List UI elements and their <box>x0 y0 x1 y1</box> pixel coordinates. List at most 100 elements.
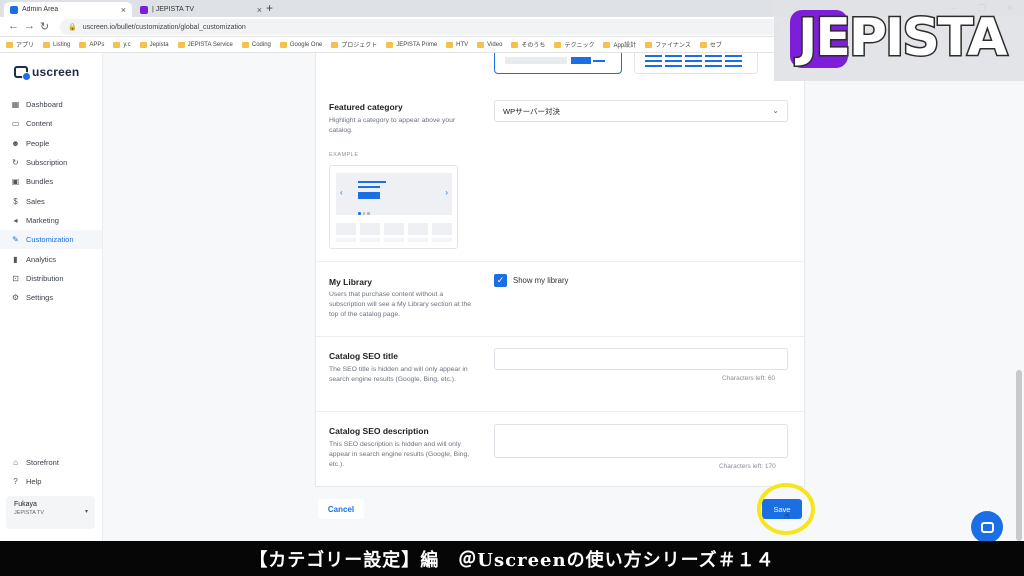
sidebar-item-help[interactable]: ? Help <box>0 472 102 491</box>
uscreen-favicon-icon <box>10 5 18 14</box>
jepista-favicon-icon <box>140 5 148 14</box>
sidebar-item-bundles[interactable]: ▣ Bundles <box>0 172 102 191</box>
preview-button <box>571 57 591 64</box>
people-icon: ☻ <box>11 138 20 148</box>
sidebar-item-distribution[interactable]: ⊡ Distribution <box>0 269 102 288</box>
forward-icon[interactable]: → <box>24 20 35 32</box>
folder-icon <box>139 41 147 48</box>
preview-line <box>358 181 386 183</box>
section-divider <box>316 336 805 337</box>
sidebar-item-label: Content <box>26 119 53 129</box>
seo-description-textarea[interactable] <box>494 424 788 458</box>
sidebar-item-analytics[interactable]: ▮ Analytics <box>0 249 102 268</box>
customization-icon: ✎ <box>12 235 19 245</box>
scrollbar[interactable] <box>1016 370 1022 541</box>
bookmark-label: Listing <box>53 41 71 48</box>
close-tab-icon[interactable]: × <box>257 5 262 15</box>
bookmark-item[interactable]: アプリ <box>6 40 34 49</box>
uscreen-logo[interactable]: uscreen <box>14 65 79 81</box>
bookmark-item[interactable]: APPs <box>79 41 105 48</box>
bookmark-item[interactable]: ファイナンス <box>645 40 691 49</box>
seo-description-heading: Catalog SEO description <box>329 426 429 436</box>
reload-icon[interactable]: ↻ <box>40 20 49 33</box>
featured-category-select[interactable]: WPサーバー対決 ⌄ <box>494 100 788 122</box>
folder-icon <box>603 41 611 48</box>
sidebar-item-subscription[interactable]: ↻ Subscription <box>0 153 102 172</box>
bookmark-item[interactable]: Video <box>477 41 503 48</box>
bookmark-item[interactable]: App設計 <box>603 40 636 49</box>
account-switcher[interactable]: Fukaya JEPISTA TV ▾ <box>6 496 95 529</box>
preview-bar <box>505 57 567 64</box>
sidebar-item-people[interactable]: ☻ People <box>0 134 102 153</box>
sidebar-item-label: Subscription <box>26 158 68 168</box>
chat-icon <box>980 521 994 533</box>
bookmark-label: テクニック <box>564 43 595 49</box>
close-tab-icon[interactable]: × <box>121 5 126 15</box>
preview-button <box>358 192 380 199</box>
folder-icon <box>113 41 121 48</box>
new-tab-icon[interactable]: + <box>266 1 273 15</box>
bookmark-item[interactable]: Coding <box>241 41 271 48</box>
bookmark-item[interactable]: Jepista <box>139 41 169 48</box>
bookmark-item[interactable]: JEPISTA Service <box>177 41 233 48</box>
preview-row <box>645 65 742 67</box>
bookmark-label: そのうち <box>521 43 546 49</box>
bookmark-label: セブ <box>709 43 722 49</box>
preview-dots <box>358 212 370 215</box>
featured-category-example-preview: ‹ › <box>329 165 458 249</box>
bookmark-item[interactable]: プロジェクト <box>331 40 377 49</box>
cancel-button[interactable]: Cancel <box>318 499 364 519</box>
url-field[interactable]: 🔒 uscreen.io/bullet/customization/global… <box>60 19 780 35</box>
layout-option-preview[interactable] <box>634 53 758 74</box>
bookmark-label: プロジェクト <box>341 43 378 49</box>
bookmark-item[interactable]: HTV <box>446 41 468 48</box>
preview-row <box>645 55 742 57</box>
bookmark-label: APPs <box>89 41 105 48</box>
seo-title-input[interactable] <box>494 348 788 370</box>
bookmark-label: JEPISTA Prime <box>396 41 438 48</box>
bookmark-label: Video <box>487 41 503 48</box>
bookmark-item[interactable]: そのうち <box>511 40 545 49</box>
show-my-library-checkbox[interactable]: ✓ <box>494 274 507 287</box>
chevron-down-icon: ⌄ <box>772 106 779 115</box>
sidebar-item-settings[interactable]: ⚙ Settings <box>0 288 102 307</box>
sidebar-item-label: Customization <box>26 235 74 245</box>
bookmark-item[interactable]: テクニック <box>554 40 594 49</box>
sidebar-item-storefront[interactable]: ⌂ Storefront <box>0 453 102 472</box>
sidebar-item-dashboard[interactable]: ▦ Dashboard <box>0 95 102 114</box>
my-library-description: Users that purchase content without a su… <box>329 291 472 318</box>
folder-icon <box>79 41 87 48</box>
sidebar-item-label: Analytics <box>26 254 57 264</box>
layout-option-preview[interactable] <box>494 53 622 74</box>
preview-thumbnail-captions <box>336 238 452 242</box>
show-my-library-label[interactable]: Show my library <box>513 276 568 285</box>
featured-category-description: Highlight a category to appear above you… <box>329 117 456 134</box>
bookmark-label: Coding <box>251 41 271 48</box>
tab-jepista-tv[interactable]: | JEPISTA TV × <box>134 2 268 17</box>
folder-icon <box>446 41 454 48</box>
sidebar-item-marketing[interactable]: ◂ Marketing <box>0 211 102 230</box>
sidebar-item-label: Help <box>26 477 42 487</box>
bookmark-item[interactable]: Google One <box>279 41 322 48</box>
bookmark-label: ファイナンス <box>655 43 691 49</box>
chat-support-button[interactable] <box>971 511 1003 543</box>
back-icon[interactable]: ← <box>8 20 19 32</box>
bookmark-item[interactable]: y.c <box>113 41 131 48</box>
preview-slide: ‹ › <box>336 173 452 215</box>
bookmark-item[interactable]: Listing <box>43 41 71 48</box>
sidebar-item-content[interactable]: ▭ Content <box>0 114 102 133</box>
sidebar-item-customization[interactable]: ✎ Customization <box>0 230 102 250</box>
folder-icon <box>645 41 653 48</box>
preview-thumbnails <box>336 223 452 235</box>
sidebar-item-label: Marketing <box>26 215 59 225</box>
sidebar-item-sales[interactable]: $ Sales <box>0 191 102 210</box>
chevron-down-icon: ▾ <box>84 509 88 515</box>
sidebar-item-label: Settings <box>26 293 54 303</box>
tab-admin-area[interactable]: Admin Area × <box>4 2 132 17</box>
bookmark-item[interactable]: JEPISTA Prime <box>386 41 438 48</box>
bookmark-item[interactable]: セブ <box>699 40 722 49</box>
video-caption: 【カテゴリー設定】編 ＠Uscreenの使い方シリーズ＃１４ <box>0 541 1024 576</box>
account-name: Fukaya <box>14 501 37 508</box>
folder-icon <box>177 41 185 48</box>
sidebar-nav: ▦ Dashboard ▭ Content ☻ People ↻ Subscription ▣ B… <box>0 95 102 307</box>
